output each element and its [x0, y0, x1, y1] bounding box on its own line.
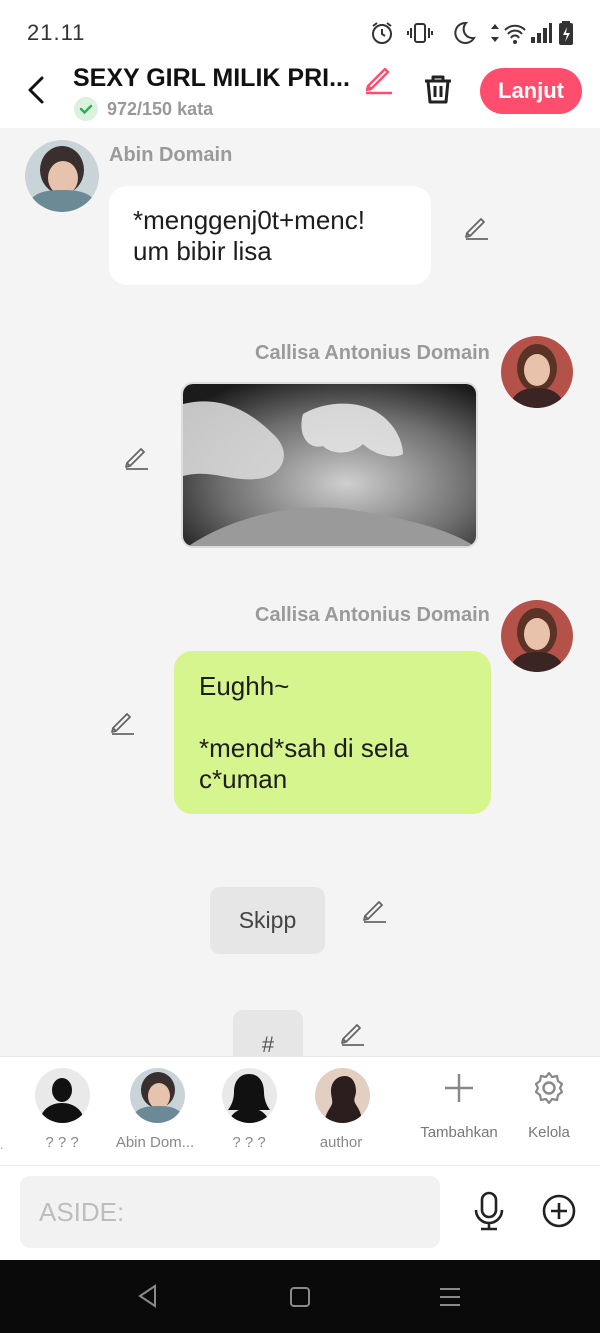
- avatar[interactable]: [25, 140, 99, 212]
- back-arrow-icon[interactable]: [22, 72, 52, 108]
- wifi-icon: [504, 24, 526, 44]
- nav-back-icon[interactable]: [136, 1283, 160, 1309]
- battery-icon: [559, 21, 573, 45]
- silhouette-male-icon: [35, 1068, 90, 1123]
- author-avatar-image: [315, 1068, 370, 1123]
- character-avatar[interactable]: [130, 1068, 185, 1123]
- vibrate-icon: [407, 23, 433, 43]
- character-label: ? ? ?: [45, 1134, 79, 1151]
- scroll-hint: .: [0, 1138, 4, 1152]
- photo-hands-image: [183, 384, 476, 546]
- alarm-icon: [372, 22, 392, 44]
- narration-bubble[interactable]: #: [233, 1010, 303, 1056]
- aside-input[interactable]: [20, 1176, 440, 1248]
- microphone-icon[interactable]: [473, 1191, 505, 1231]
- edit-pencil-icon[interactable]: [124, 444, 150, 470]
- character-avatar[interactable]: [222, 1068, 277, 1123]
- moon-icon: [454, 21, 476, 44]
- manage-label[interactable]: Kelola: [509, 1124, 589, 1141]
- character-label: author: [319, 1134, 363, 1151]
- check-icon: [74, 97, 98, 121]
- avatar[interactable]: [501, 600, 573, 672]
- trash-icon[interactable]: [420, 72, 456, 106]
- edit-pencil-icon[interactable]: [362, 897, 388, 923]
- message-bubble[interactable]: *menggenj0t+menc! um bibir lisa: [109, 186, 431, 285]
- word-count: 972/150 kata: [107, 99, 214, 119]
- nav-home-icon[interactable]: [288, 1285, 312, 1309]
- sender-name: Callisa Antonius Domain: [255, 604, 490, 626]
- message-bubble[interactable]: Eughh~ *mend*sah di sela c*uman: [174, 651, 491, 814]
- story-title: SEXY GIRL MILIK PRI...: [73, 64, 350, 92]
- sender-name: Callisa Antonius Domain: [255, 342, 490, 364]
- add-character-label[interactable]: Tambahkan: [410, 1124, 508, 1141]
- data-arrows-icon: [491, 24, 499, 42]
- avatar-abin-image: [130, 1068, 185, 1123]
- character-label: ? ? ?: [232, 1134, 266, 1151]
- add-circle-icon[interactable]: [541, 1193, 577, 1229]
- character-label: Abin Dom...: [115, 1134, 195, 1151]
- edit-pencil-icon[interactable]: [464, 214, 490, 240]
- next-button[interactable]: Lanjut: [480, 68, 582, 114]
- avatar-abin-image: [25, 140, 99, 212]
- status-time: 21.11: [27, 20, 86, 45]
- edit-pencil-icon[interactable]: [340, 1020, 366, 1046]
- signal-icon: [531, 23, 552, 43]
- edit-title-pencil-icon[interactable]: [362, 64, 396, 96]
- character-avatar[interactable]: [35, 1068, 90, 1123]
- avatar-callisa-image: [501, 336, 573, 408]
- message-image[interactable]: [181, 382, 478, 548]
- character-avatar[interactable]: [315, 1068, 370, 1123]
- narration-bubble[interactable]: Skipp: [210, 887, 325, 954]
- avatar[interactable]: [501, 336, 573, 408]
- plus-icon[interactable]: [443, 1072, 475, 1104]
- gear-icon[interactable]: [531, 1070, 567, 1106]
- silhouette-female-icon: [222, 1068, 277, 1123]
- nav-menu-icon[interactable]: [438, 1286, 462, 1308]
- edit-pencil-icon[interactable]: [110, 709, 136, 735]
- sender-name: Abin Domain: [109, 144, 233, 166]
- avatar-callisa-image: [501, 600, 573, 672]
